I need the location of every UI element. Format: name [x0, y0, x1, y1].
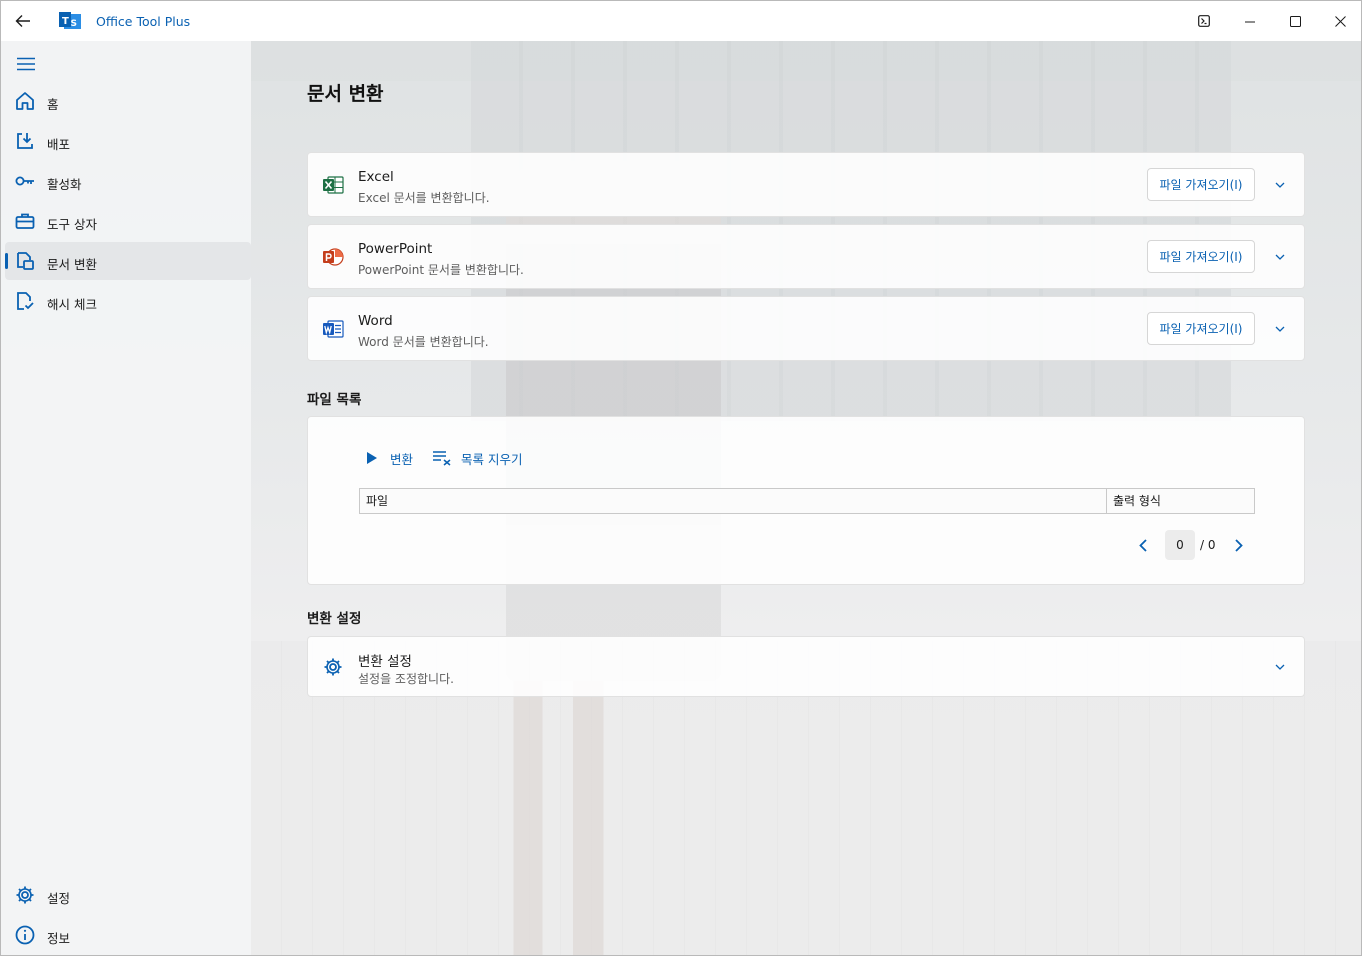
- file-list-heading: 파일 목록: [307, 392, 362, 408]
- play-icon: [367, 452, 377, 464]
- settings-description: 설정을 조정합니다.: [358, 672, 454, 686]
- page-title: 문서 변환: [307, 83, 384, 105]
- sidebar-item-label: 정보: [47, 931, 71, 946]
- sidebar-item-label: 설정: [47, 891, 71, 906]
- terminal-button[interactable]: [1186, 7, 1222, 35]
- app-title: Office Tool Plus: [96, 14, 191, 29]
- convert-button[interactable]: 변환: [366, 447, 413, 469]
- import-files-button[interactable]: 파일 가져오기(I): [1147, 312, 1255, 345]
- minimize-button[interactable]: [1232, 7, 1268, 35]
- chevron-down-icon: [1275, 254, 1285, 260]
- sidebar-item-home[interactable]: 홈: [5, 82, 251, 120]
- maximize-button[interactable]: [1277, 7, 1313, 35]
- download-icon: [17, 133, 33, 149]
- svg-text:S: S: [71, 19, 77, 29]
- file-table-header: 파일 출력 형식: [359, 488, 1255, 514]
- sidebar-item-label: 배포: [47, 137, 71, 152]
- expand-button[interactable]: [1270, 319, 1290, 339]
- expand-button[interactable]: [1270, 175, 1290, 195]
- conversion-settings-heading: 변환 설정: [307, 611, 362, 627]
- key-icon: [15, 176, 34, 186]
- home-icon: [16, 92, 34, 110]
- next-page-button[interactable]: [1228, 534, 1250, 556]
- sidebar-item-label: 해시 체크: [47, 297, 97, 312]
- sidebar-item-toolbox[interactable]: 도구 상자: [5, 202, 251, 240]
- sidebar-item-activation[interactable]: 활성화: [5, 162, 251, 200]
- chevron-right-icon: [1235, 538, 1243, 552]
- clear-list-icon: [433, 451, 451, 466]
- title-bar: T S Office Tool Plus: [1, 1, 1361, 41]
- converter-description: Excel 문서를 변환합니다.: [358, 191, 490, 205]
- sidebar-item-document-convert[interactable]: 문서 변환: [5, 242, 251, 280]
- excel-icon: [323, 176, 344, 194]
- chevron-down-icon: [1275, 326, 1285, 332]
- toolbox-icon: [15, 213, 35, 229]
- active-indicator: [5, 253, 8, 269]
- menu-toggle-button[interactable]: [13, 53, 39, 75]
- converter-card-powerpoint[interactable]: PowerPoint PowerPoint 문서를 변환합니다. 파일 가져오기…: [307, 224, 1305, 289]
- back-button[interactable]: [9, 8, 37, 34]
- expand-button[interactable]: [1270, 657, 1290, 677]
- arrow-left-icon: [15, 15, 30, 27]
- close-icon: [1334, 15, 1346, 27]
- powerpoint-icon: [323, 248, 344, 266]
- sidebar-item-deploy[interactable]: 배포: [5, 122, 251, 160]
- clear-list-label: 목록 지우기: [461, 451, 523, 467]
- hash-check-icon: [17, 292, 34, 310]
- info-icon: [15, 925, 35, 945]
- hamburger-icon: [17, 57, 35, 71]
- conversion-settings-card[interactable]: 변환 설정 설정을 조정합니다.: [307, 636, 1305, 697]
- chevron-left-icon: [1139, 538, 1147, 552]
- expand-button[interactable]: [1270, 247, 1290, 267]
- column-header-output-format[interactable]: 출력 형식: [1107, 489, 1254, 513]
- chevron-down-icon: [1275, 182, 1285, 188]
- import-files-button[interactable]: 파일 가져오기(I): [1147, 168, 1255, 201]
- converter-description: PowerPoint 문서를 변환합니다.: [358, 263, 524, 277]
- clear-list-button[interactable]: 목록 지우기: [432, 447, 522, 469]
- sidebar-item-label: 홈: [47, 97, 59, 112]
- maximize-icon: [1289, 15, 1301, 27]
- converter-card-word[interactable]: Word Word 문서를 변환합니다. 파일 가져오기(I): [307, 296, 1305, 361]
- converter-card-excel[interactable]: Excel Excel 문서를 변환합니다. 파일 가져오기(I): [307, 152, 1305, 217]
- current-page-input[interactable]: 0: [1165, 530, 1195, 560]
- sidebar-item-info[interactable]: 정보: [5, 916, 251, 954]
- gear-icon: [16, 886, 34, 904]
- sidebar-item-settings[interactable]: 설정: [5, 876, 251, 914]
- document-convert-icon: [17, 252, 34, 270]
- page-total: / 0: [1200, 538, 1216, 552]
- convert-label: 변환: [390, 451, 414, 467]
- sidebar: 홈 배포 활성화 도구 상자 문서 변환 해시 체크 설정 정보: [1, 41, 251, 955]
- close-button[interactable]: [1322, 7, 1358, 35]
- chevron-down-icon: [1275, 664, 1285, 670]
- converter-description: Word 문서를 변환합니다.: [358, 335, 489, 349]
- converter-title: PowerPoint: [358, 241, 433, 257]
- import-files-button[interactable]: 파일 가져오기(I): [1147, 240, 1255, 273]
- svg-text:T: T: [62, 16, 69, 27]
- column-header-file[interactable]: 파일: [360, 489, 1107, 513]
- settings-title: 변환 설정: [358, 654, 412, 670]
- sidebar-item-label: 문서 변환: [47, 257, 97, 272]
- previous-page-button[interactable]: [1132, 534, 1154, 556]
- sidebar-item-label: 활성화: [47, 177, 82, 192]
- sidebar-item-label: 도구 상자: [47, 217, 97, 232]
- word-icon: [323, 320, 344, 338]
- sidebar-item-hash-check[interactable]: 해시 체크: [5, 282, 251, 320]
- converter-title: Excel: [358, 169, 394, 185]
- minimize-icon: [1244, 21, 1255, 22]
- converter-title: Word: [358, 313, 393, 329]
- gear-icon: [324, 658, 342, 676]
- terminal-icon: [1198, 15, 1210, 27]
- file-list-panel: 변환 목록 지우기 파일 출력 형식 0 / 0: [307, 416, 1305, 585]
- app-logo-icon: T S: [59, 11, 81, 31]
- app-window: T S Office Tool Plus 홈 배포 활성화 도구 상자 문서 변…: [0, 0, 1362, 956]
